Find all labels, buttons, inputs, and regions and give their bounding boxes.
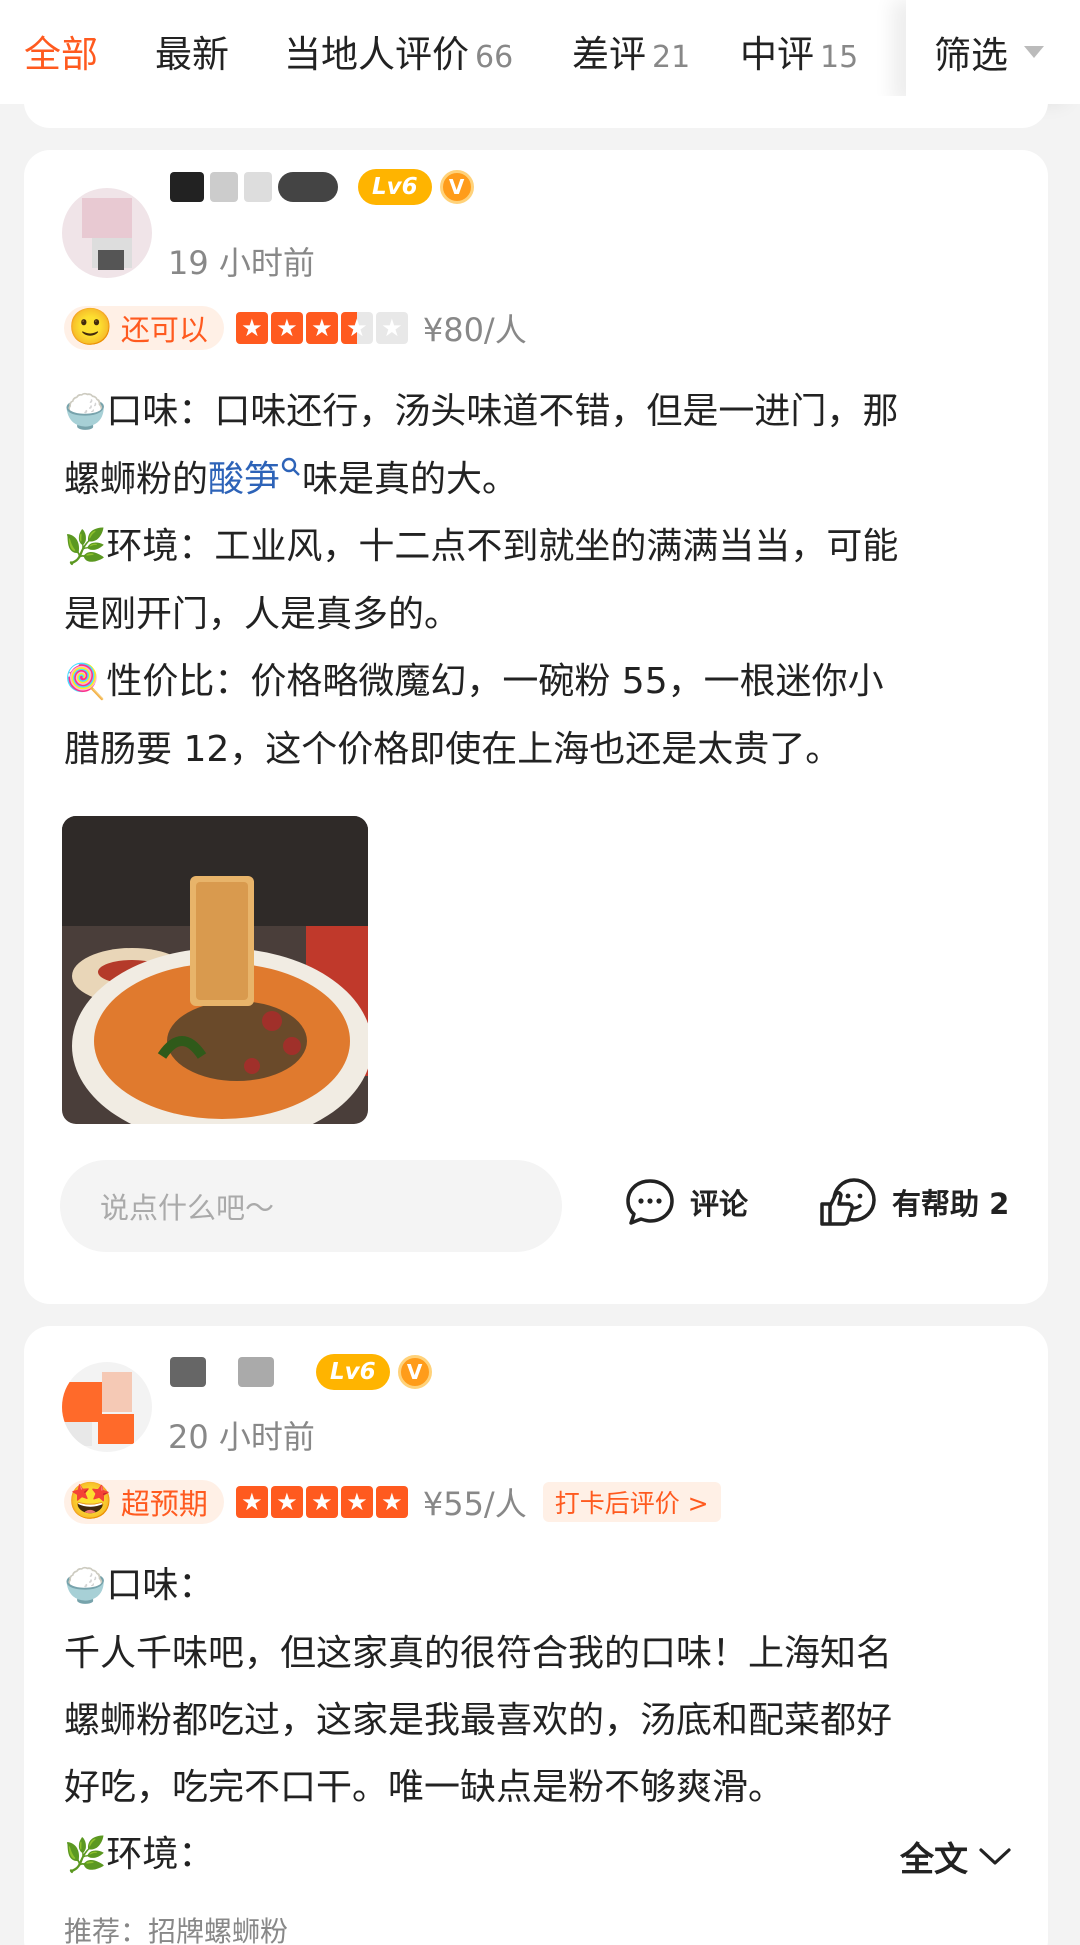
caret-down-icon [1024, 46, 1044, 58]
star-half-icon: ★ [340, 312, 373, 344]
leaf-icon: 🌿 [64, 527, 107, 567]
review-time: 20 小时前 [168, 1418, 315, 1456]
level-badge: Lv6 [316, 1354, 390, 1390]
expand-fulltext-button[interactable]: 全文 [900, 1832, 1012, 1881]
level-badge: Lv6 [358, 169, 432, 205]
previous-card-bottom [24, 96, 1048, 128]
star-icon: ★ [375, 1486, 408, 1518]
lollipop-icon: 🍭 [64, 662, 107, 702]
tab-negative[interactable]: 差评 21 [572, 24, 690, 78]
rating-row: 🙂 还可以 ★ ★ ★ ★ ★ ¥80/人 [64, 306, 527, 350]
username-obscured[interactable]: Lv6 V [170, 1352, 432, 1392]
star-rating: ★ ★ ★ ★ ★ [235, 312, 411, 344]
star-icon: ★ [305, 312, 338, 344]
vip-icon: V [397, 1355, 432, 1389]
star-icon: ★ [235, 312, 268, 344]
star-empty-icon: ★ [375, 312, 408, 344]
keyword-link[interactable]: 酸笋 [208, 457, 302, 500]
tab-local-reviews[interactable]: 当地人评价 66 [284, 24, 513, 78]
starstruck-face-icon: 🤩 [68, 1481, 113, 1522]
star-icon: ★ [305, 1486, 338, 1518]
search-icon [281, 457, 300, 476]
tab-all[interactable]: 全部 [24, 24, 98, 78]
comment-bubble-icon [626, 1179, 674, 1225]
mood-tag: 🤩 超预期 [64, 1480, 224, 1524]
recommended-dishes: 推荐：招牌螺蛳粉 [64, 1915, 289, 1945]
mood-tag: 🙂 还可以 [64, 306, 224, 350]
comment-button[interactable]: 评论 [624, 1172, 748, 1232]
filter-button[interactable]: 筛选 [906, 0, 1080, 104]
leaf-icon: 🌿 [64, 1835, 107, 1875]
review-time: 19 小时前 [168, 244, 315, 282]
star-icon: ★ [340, 1486, 373, 1518]
smile-face-icon: 🙂 [68, 307, 113, 348]
price-per-person: ¥55/人 [422, 1485, 527, 1523]
thumbs-up-face-icon [820, 1178, 876, 1226]
star-icon: ★ [270, 1486, 303, 1518]
chevron-down-icon [979, 1847, 1011, 1865]
helpful-button[interactable]: 有帮助 2 [818, 1172, 1009, 1232]
rice-bowl-icon: 🍚 [64, 392, 107, 432]
star-icon: ★ [270, 312, 303, 344]
tab-latest[interactable]: 最新 [155, 24, 229, 78]
rice-bowl-icon: 🍚 [64, 1566, 107, 1606]
comment-input[interactable]: 说点什么吧～ [60, 1160, 562, 1252]
avatar[interactable] [62, 1362, 152, 1452]
review-card: Lv6 V 20 小时前 🤩 超预期 ★ ★ ★ ★ ★ ¥55/人 打卡后评价… [24, 1326, 1048, 1945]
review-photo[interactable] [62, 816, 368, 1124]
checkin-review-tag[interactable]: 打卡后评价 > [542, 1482, 721, 1522]
review-text[interactable]: 🍚口味：口味还行，汤头味道不错，但是一进门，那 螺蛳粉的酸笋 味是真的大。 🌿环境… [64, 378, 1024, 783]
price-per-person: ¥80/人 [422, 311, 527, 349]
star-icon: ★ [235, 1486, 268, 1518]
star-rating: ★ ★ ★ ★ ★ [235, 1486, 411, 1518]
tab-neutral[interactable]: 中评 15 [740, 24, 858, 78]
review-text[interactable]: 🍚口味： 千人千味吧，但这家真的很符合我的口味！上海知名 螺蛳粉都吃过，这家是我… [64, 1552, 1024, 1889]
username-obscured[interactable]: Lv6 V [170, 154, 474, 220]
vip-icon: V [439, 170, 474, 204]
avatar[interactable] [62, 188, 152, 278]
review-card: Lv6 V 19 小时前 🙂 还可以 ★ ★ ★ ★ ★ ¥80/人 🍚口味：口… [24, 150, 1048, 1304]
filter-tab-bar: 全部 最新 当地人评价 66 差评 21 中评 15 筛选 [0, 0, 1080, 104]
rating-row: 🤩 超预期 ★ ★ ★ ★ ★ ¥55/人 打卡后评价 > [64, 1480, 721, 1524]
